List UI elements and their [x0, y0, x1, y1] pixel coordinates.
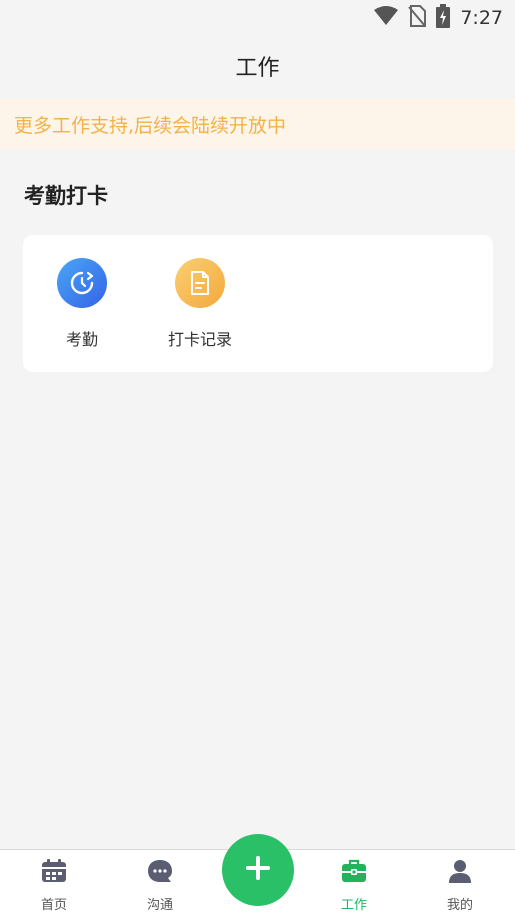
clock-icon	[57, 258, 107, 308]
wifi-icon	[374, 6, 399, 30]
app-header: 工作	[0, 36, 515, 96]
person-icon	[446, 858, 474, 888]
notice-banner: 更多工作支持,后续会陆续开放中	[0, 98, 515, 150]
status-bar: 7:27	[0, 0, 515, 36]
tab-chat-label: 沟通	[146, 898, 173, 913]
page-title: 工作	[235, 56, 280, 81]
notice-text: 更多工作支持,后续会陆续开放中	[14, 114, 287, 137]
plus-icon	[244, 854, 272, 886]
tab-profile[interactable]: 我的	[420, 858, 500, 913]
tab-chat[interactable]: 沟通	[120, 858, 200, 913]
calendar-icon	[40, 858, 68, 888]
section-title: 考勤打卡	[24, 184, 108, 208]
chat-icon	[146, 858, 174, 888]
add-button[interactable]	[222, 834, 294, 906]
tab-profile-label: 我的	[446, 898, 473, 913]
attendance-tile[interactable]: 考勤	[23, 258, 141, 350]
tab-work[interactable]: 工作	[314, 858, 394, 913]
document-icon	[175, 258, 225, 308]
battery-charging-icon	[436, 4, 451, 32]
tab-work-label: 工作	[340, 898, 367, 913]
briefcase-icon	[340, 858, 368, 888]
attendance-label: 考勤	[65, 330, 98, 349]
attendance-card: 考勤 打卡记录	[23, 235, 493, 372]
tab-home-label: 首页	[40, 898, 67, 913]
checkin-records-tile[interactable]: 打卡记录	[141, 258, 259, 350]
status-time: 7:27	[460, 7, 503, 29]
no-sim-icon	[408, 5, 427, 31]
tab-home[interactable]: 首页	[14, 858, 94, 913]
checkin-records-label: 打卡记录	[167, 330, 232, 349]
